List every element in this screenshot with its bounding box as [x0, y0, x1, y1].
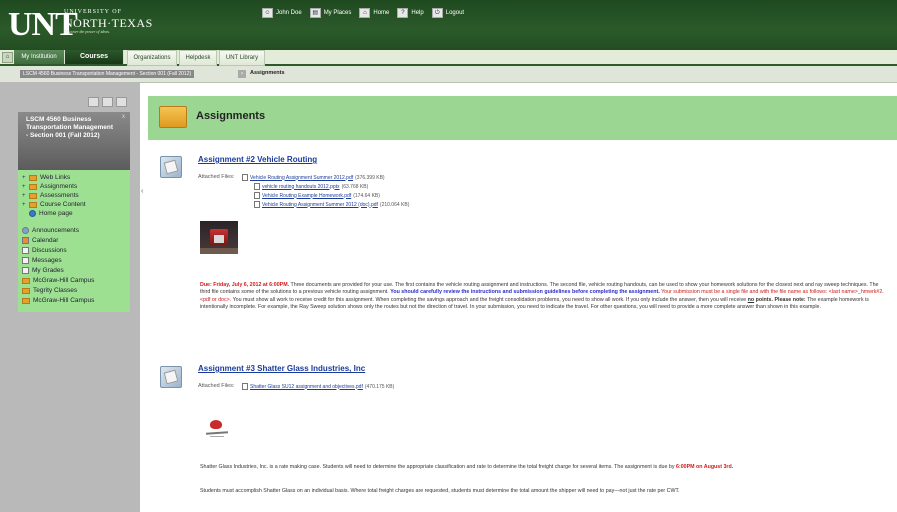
- truck-image: [200, 221, 238, 254]
- sidebar-item-web-links[interactable]: + Web Links: [22, 174, 70, 181]
- menu-options-icon[interactable]: [116, 97, 127, 107]
- close-icon[interactable]: x: [122, 114, 125, 120]
- home-icon: ⌂: [359, 8, 371, 18]
- folder-icon: [29, 192, 37, 199]
- folder-icon: [29, 174, 37, 181]
- breadcrumb-arrow-icon: ›: [238, 70, 246, 78]
- sidebar-item-discussions[interactable]: Discussions: [22, 247, 67, 254]
- calendar-icon: [22, 237, 29, 244]
- expand-icon[interactable]: +: [22, 184, 26, 190]
- folder-icon: [29, 201, 37, 208]
- help-link[interactable]: ? Help: [397, 8, 424, 18]
- panel-toolbar: [88, 97, 127, 107]
- attachment-link[interactable]: Shatter Glass SU12 assignment and object…: [242, 383, 394, 390]
- page-header: Assignments: [148, 96, 897, 140]
- sidebar-item-calendar[interactable]: Calendar: [22, 237, 58, 244]
- breadcrumb-current: Assignments: [250, 70, 285, 76]
- attachment-link[interactable]: Vehicle Routing Example Homework.pdf (17…: [254, 192, 380, 199]
- logo-tagline: Discover the power of ideas.: [64, 29, 110, 34]
- sidebar-item-my-grades[interactable]: My Grades: [22, 267, 64, 274]
- folder-icon: [29, 183, 37, 190]
- breadcrumb-course[interactable]: LSCM 4560 Business Transportation Manage…: [20, 70, 195, 78]
- folder-icon: [22, 297, 30, 304]
- help-icon: ?: [397, 8, 409, 18]
- assignment-3-description-2: Students must accomplish Shatter Glass o…: [200, 488, 680, 494]
- course-title-box: LSCM 4560 Business Transportation Manage…: [18, 112, 130, 170]
- tab-my-institution[interactable]: My Institution: [14, 50, 65, 64]
- tab-organizations[interactable]: Organizations: [127, 50, 177, 66]
- attachment-link[interactable]: vehicle routing handouts 2012.pptx (63.7…: [254, 183, 368, 190]
- attached-files-label: Attached Files:: [198, 174, 235, 180]
- attachment-link[interactable]: Vehicle Routing Assignment Summer 2012 (…: [254, 201, 409, 208]
- folder-icon: [159, 106, 187, 128]
- tab-unt-library[interactable]: UNT Library: [219, 50, 265, 66]
- attachment-link[interactable]: Vehicle Routing Assignment Summer 2012.p…: [242, 174, 385, 181]
- folder-icon: [22, 277, 30, 284]
- logo-university-of: UNIVERSITY OF: [64, 9, 122, 15]
- messages-icon: [22, 257, 29, 264]
- tab-bar: ⌂ My Institution Courses Organizations H…: [0, 50, 897, 66]
- shattered-glass-image: [200, 414, 232, 444]
- course-menu-panel: LSCM 4560 Business Transportation Manage…: [0, 82, 140, 512]
- user-icon: ☺: [262, 8, 273, 18]
- menu-view-icon[interactable]: [88, 97, 99, 107]
- attached-files-label: Attached Files:: [198, 383, 235, 389]
- sidebar-item-announcements[interactable]: Announcements: [22, 227, 79, 234]
- grades-icon: [22, 267, 29, 274]
- home-link[interactable]: ⌂ Home: [359, 8, 389, 18]
- logout-icon: ⏻: [431, 8, 443, 18]
- document-icon: [254, 192, 260, 199]
- breadcrumb: LSCM 4560 Business Transportation Manage…: [0, 66, 897, 83]
- tab-helpdesk[interactable]: Helpdesk: [179, 50, 217, 66]
- my-places-link[interactable]: ▤ My Places: [309, 8, 351, 18]
- sidebar-item-assignments[interactable]: + Assignments: [22, 183, 77, 190]
- assignment-2-description: Due: Friday, July 6, 2012 at 6:00PM. Thr…: [200, 282, 884, 311]
- user-link[interactable]: ☺ John Doe: [262, 8, 302, 18]
- folder-icon: [22, 287, 30, 294]
- sidebar-item-mcgraw-hill-campus-2[interactable]: McGraw-Hill Campus: [22, 297, 94, 304]
- content-area: Assignments Assignment #2 Vehicle Routin…: [148, 96, 897, 512]
- page-title: Assignments: [196, 110, 266, 122]
- sidebar-item-assessments[interactable]: + Assessments: [22, 192, 79, 199]
- places-icon: ▤: [309, 8, 321, 18]
- assignment-icon: [160, 366, 182, 388]
- discussions-icon: [22, 247, 29, 254]
- document-icon: [254, 201, 260, 208]
- collapse-menu-arrow-icon[interactable]: ‹: [141, 188, 143, 195]
- due-date: Due: Friday, July 6, 2012 at 6:00PM.: [200, 282, 290, 288]
- tab-courses[interactable]: Courses: [65, 50, 124, 64]
- document-icon: [242, 174, 248, 181]
- logout-link[interactable]: ⏻ Logout: [431, 8, 464, 18]
- document-icon: [242, 383, 248, 390]
- assignment-icon: [160, 156, 182, 178]
- expand-icon[interactable]: +: [22, 202, 26, 208]
- sidebar-item-mcgraw-hill-campus[interactable]: McGraw-Hill Campus: [22, 277, 94, 284]
- expand-icon[interactable]: +: [22, 175, 26, 181]
- assignment-3-title-link[interactable]: Assignment #3 Shatter Glass Industries, …: [198, 364, 365, 373]
- assignment-2-title-link[interactable]: Assignment #2 Vehicle Routing: [198, 155, 317, 164]
- home-page-icon: [29, 210, 36, 217]
- sidebar-item-course-content[interactable]: + Course Content: [22, 201, 86, 208]
- assignment-3-description: Shatter Glass Industries, Inc. is a rate…: [200, 464, 734, 470]
- announcements-icon: [22, 227, 29, 234]
- sidebar-item-tegrity-classes[interactable]: Tegrity Classes: [22, 287, 77, 294]
- top-links: ☺ John Doe ▤ My Places ⌂ Home ? Help ⏻ L…: [262, 8, 464, 18]
- header-banner: UNT UNIVERSITY OF NORTH·TEXAS Discover t…: [0, 0, 897, 50]
- document-icon: [254, 183, 260, 190]
- course-title[interactable]: LSCM 4560 Business Transportation Manage…: [26, 116, 116, 140]
- sidebar-item-messages[interactable]: Messages: [22, 257, 62, 264]
- sidebar-item-home-page[interactable]: Home page: [22, 210, 73, 217]
- course-nav: + Web Links + Assignments + Assessments …: [18, 170, 130, 312]
- tab-home-icon[interactable]: ⌂: [2, 52, 13, 63]
- expand-icon[interactable]: +: [22, 193, 26, 199]
- menu-refresh-icon[interactable]: [102, 97, 113, 107]
